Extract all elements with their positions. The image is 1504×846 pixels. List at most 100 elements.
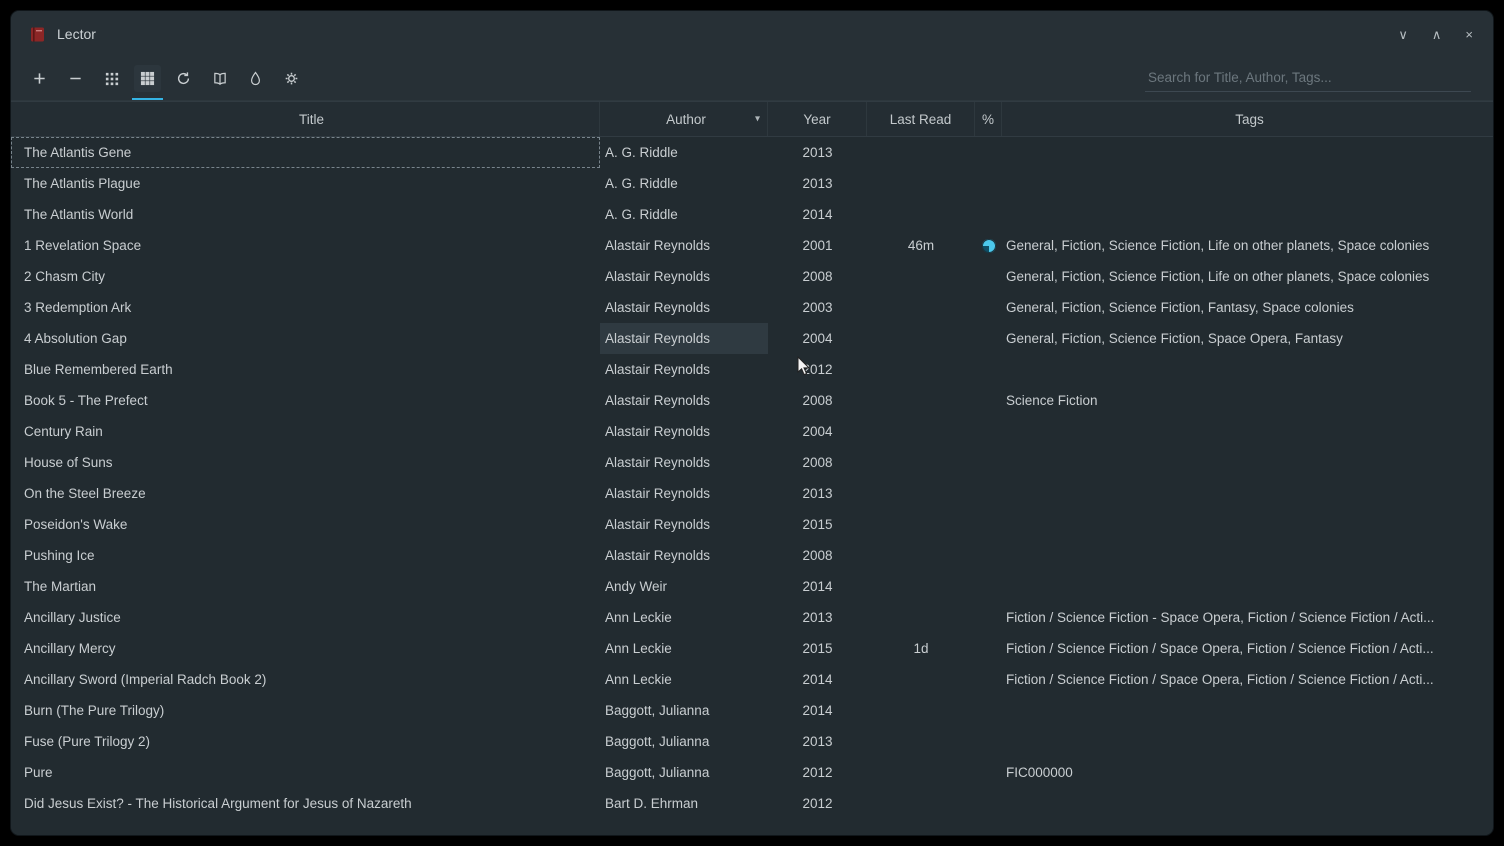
cell-tags [1002,509,1493,540]
cell-last-read [867,478,975,509]
cell-tags: Fiction / Science Fiction / Space Opera,… [1002,633,1493,664]
cell-last-read [867,602,975,633]
cell-title: The Martian [11,571,600,602]
cell-year: 2012 [768,354,867,385]
cell-last-read [867,695,975,726]
lector-app-icon [29,26,46,43]
cell-title: 2 Chasm City [11,261,600,292]
cell-year: 2001 [768,230,867,261]
delete-book-button[interactable] [62,65,89,92]
table-row[interactable]: Poseidon's WakeAlastair Reynolds2015 [11,509,1493,540]
cell-year: 2008 [768,540,867,571]
cell-progress [975,571,1002,602]
cell-tags [1002,726,1493,757]
table-row[interactable]: The Atlantis WorldA. G. Riddle2014 [11,199,1493,230]
cell-tags [1002,540,1493,571]
cell-progress [975,540,1002,571]
cell-title: House of Suns [11,447,600,478]
cell-title: The Atlantis World [11,199,600,230]
reload-library-button[interactable] [170,65,197,92]
cell-tags [1002,571,1493,602]
cell-year: 2014 [768,664,867,695]
refresh-icon [176,71,191,86]
cell-author: Baggott, Julianna [600,726,768,757]
cell-title: Book 5 - The Prefect [11,385,600,416]
cell-tags: FIC000000 [1002,757,1493,788]
cell-progress [975,292,1002,323]
cell-tags: Fiction / Science Fiction / Space Opera,… [1002,664,1493,695]
cell-tags [1002,478,1493,509]
cell-author: Alastair Reynolds [600,230,768,261]
column-header-year[interactable]: Year [768,102,867,136]
cell-last-read [867,788,975,819]
column-header-author[interactable]: Author ▾ [600,102,768,136]
cell-last-read: 1d [867,633,975,664]
shade-icon[interactable]: ∨ [1396,26,1410,43]
list-view-button[interactable] [98,65,125,92]
table-row[interactable]: Fuse (Pure Trilogy 2)Baggott, Julianna20… [11,726,1493,757]
cell-last-read [867,354,975,385]
table-row[interactable]: House of SunsAlastair Reynolds2008 [11,447,1493,478]
table-row[interactable]: 1 Revelation SpaceAlastair Reynolds20014… [11,230,1493,261]
titlebar[interactable]: Lector ∨ ∧ × [11,11,1493,57]
distraction-free-button[interactable] [242,65,269,92]
table-row[interactable]: The Atlantis PlagueA. G. Riddle2013 [11,168,1493,199]
column-header-percent[interactable]: % [975,102,1002,136]
table-row[interactable]: On the Steel BreezeAlastair Reynolds2013 [11,478,1493,509]
cell-progress [975,757,1002,788]
table-row[interactable]: Pushing IceAlastair Reynolds2008 [11,540,1493,571]
table-row[interactable]: Ancillary JusticeAnn Leckie2013Fiction /… [11,602,1493,633]
table-row[interactable]: Burn (The Pure Trilogy)Baggott, Julianna… [11,695,1493,726]
cell-author: A. G. Riddle [600,168,768,199]
cell-title: Pushing Ice [11,540,600,571]
table-row[interactable]: Century RainAlastair Reynolds2004 [11,416,1493,447]
table-row[interactable]: Book 5 - The PrefectAlastair Reynolds200… [11,385,1493,416]
table-row[interactable]: 2 Chasm CityAlastair Reynolds2008General… [11,261,1493,292]
app-window: Lector ∨ ∧ × [10,10,1494,836]
settings-button[interactable] [278,65,305,92]
cell-author: Ann Leckie [600,633,768,664]
table-header: Title Author ▾ Year Last Read % Tags [11,101,1493,137]
table-row[interactable]: 3 Redemption ArkAlastair Reynolds2003Gen… [11,292,1493,323]
column-header-last-read[interactable]: Last Read [867,102,975,136]
table-row[interactable]: Blue Remembered EarthAlastair Reynolds20… [11,354,1493,385]
cell-year: 2015 [768,633,867,664]
cell-author: Alastair Reynolds [600,292,768,323]
table-row[interactable]: PureBaggott, Julianna2012FIC000000 [11,757,1493,788]
table-view-button[interactable] [134,65,161,92]
table-row[interactable]: Ancillary MercyAnn Leckie20151d Fiction /… [11,633,1493,664]
cell-year: 2012 [768,788,867,819]
cell-author: Alastair Reynolds [600,540,768,571]
cell-tags [1002,447,1493,478]
close-icon[interactable]: × [1463,26,1475,43]
search-input[interactable] [1145,65,1471,92]
column-header-tags[interactable]: Tags [1002,102,1493,136]
cell-progress [975,478,1002,509]
cell-title: Ancillary Mercy [11,633,600,664]
table-row[interactable]: 4 Absolution GapAlastair Reynolds2004Gen… [11,323,1493,354]
table-row[interactable]: Did Jesus Exist? - The Historical Argume… [11,788,1493,819]
cell-progress [975,199,1002,230]
cell-title: The Atlantis Gene [11,137,600,168]
cell-last-read [867,571,975,602]
maximize-icon[interactable]: ∧ [1430,26,1444,43]
cell-title: Did Jesus Exist? - The Historical Argume… [11,788,600,819]
add-books-button[interactable] [26,65,53,92]
cell-title: Blue Remembered Earth [11,354,600,385]
table-row[interactable]: The MartianAndy Weir2014 [11,571,1493,602]
cell-title: Burn (The Pure Trilogy) [11,695,600,726]
cell-tags [1002,199,1493,230]
cell-title: Poseidon's Wake [11,509,600,540]
plus-icon [32,71,47,86]
cell-author: A. G. Riddle [600,137,768,168]
cell-progress [975,788,1002,819]
cell-progress [975,323,1002,354]
cell-tags: Fiction / Science Fiction - Space Opera,… [1002,602,1493,633]
cell-year: 2013 [768,478,867,509]
library-button[interactable] [206,65,233,92]
column-header-title[interactable]: Title [11,102,600,136]
table-row[interactable]: The Atlantis GeneA. G. Riddle2013 [11,137,1493,168]
table-row[interactable]: Ancillary Sword (Imperial Radch Book 2)A… [11,664,1493,695]
cell-last-read [867,199,975,230]
cell-progress [975,633,1002,664]
